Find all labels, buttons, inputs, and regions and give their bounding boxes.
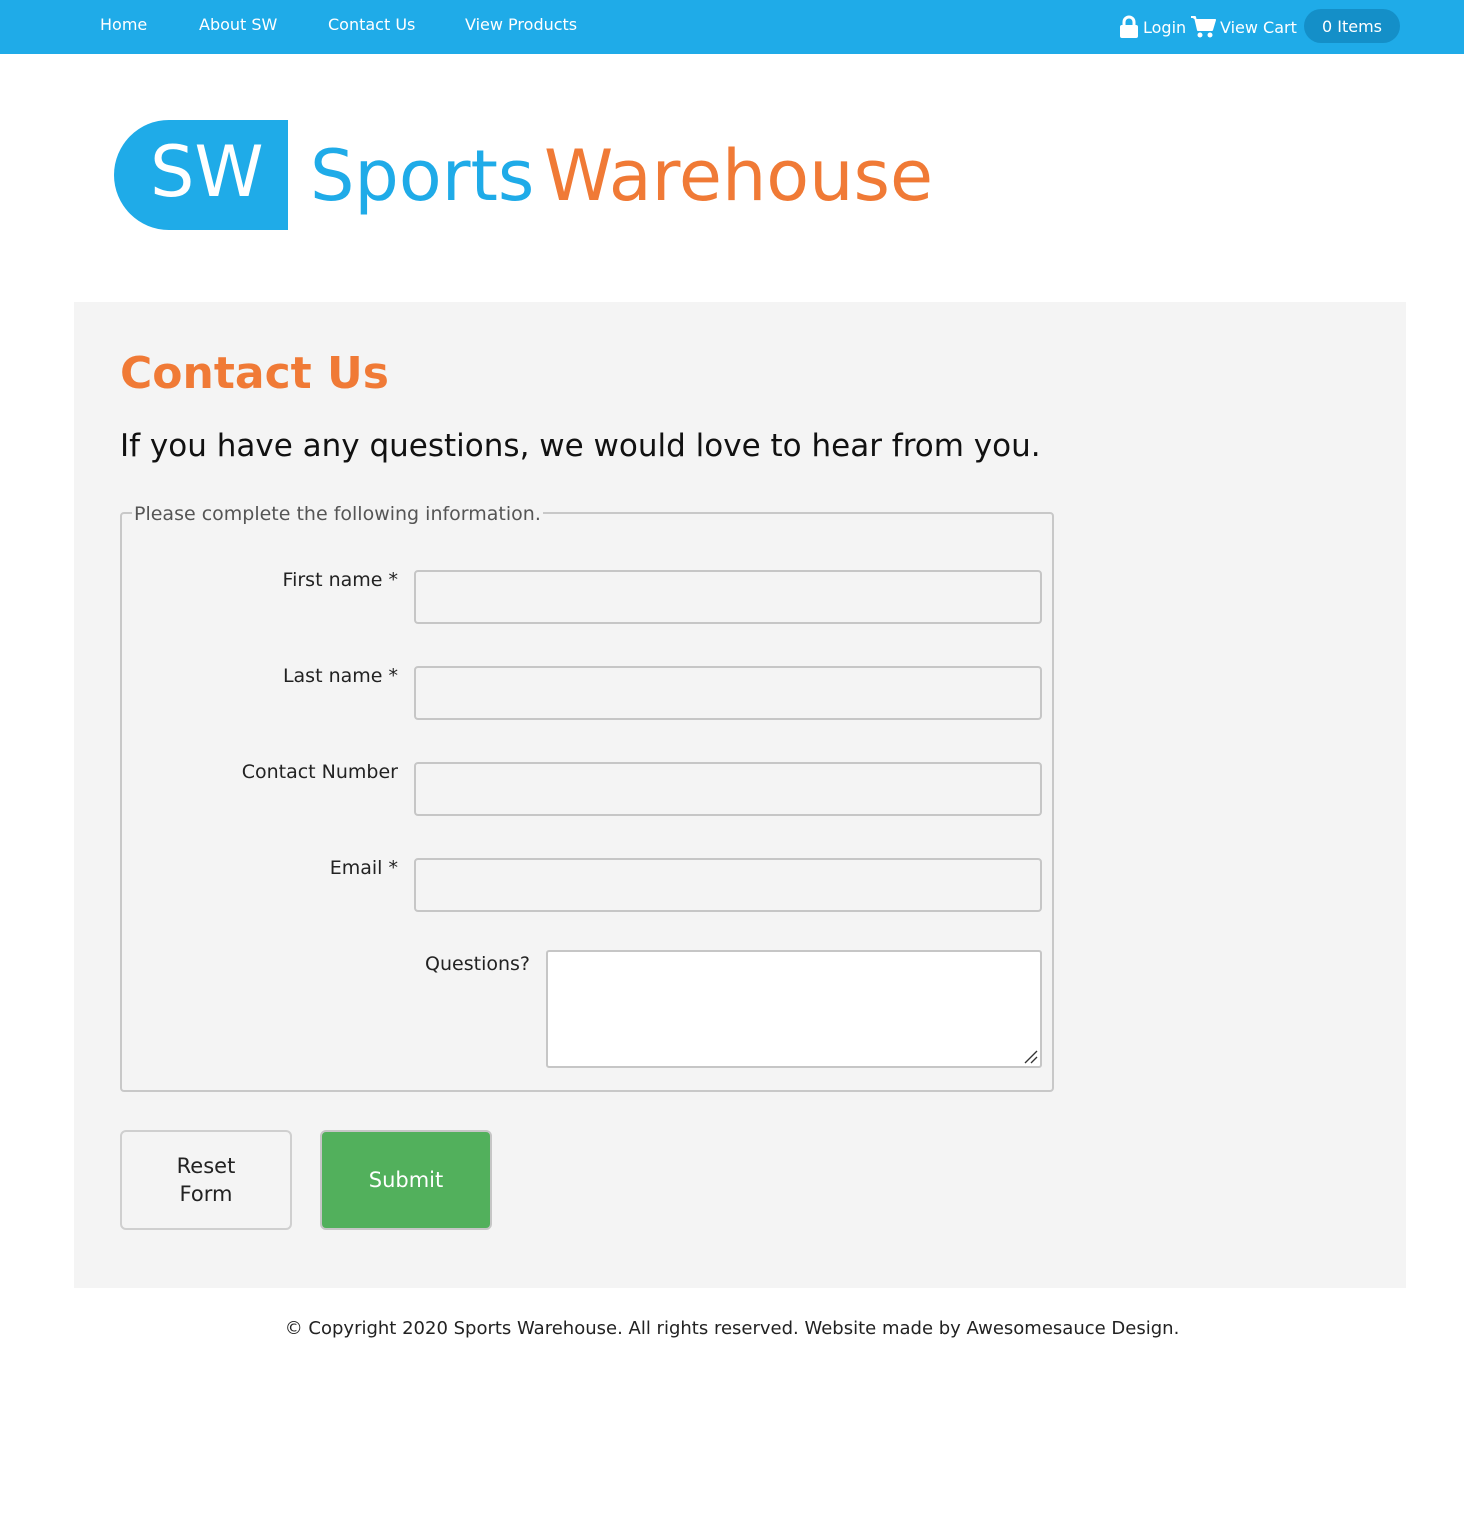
cart-items-count-badge[interactable]: 0 Items — [1304, 9, 1400, 43]
contact-number-label: Contact Number — [241, 761, 398, 783]
submit-button[interactable]: Submit — [320, 1130, 492, 1230]
logo-badge-text: SW — [150, 131, 264, 213]
contact-panel: Contact Us If you have any questions, we… — [74, 302, 1406, 1288]
lock-icon — [1120, 15, 1138, 38]
login-label: Login — [1143, 17, 1187, 37]
footer-copyright: © Copyright 2020 Sports Warehouse. All r… — [284, 1318, 1180, 1339]
first-name-field[interactable] — [414, 570, 1042, 624]
cart-icon — [1191, 16, 1216, 38]
reset-form-label: Reset Form — [176, 1154, 236, 1206]
intro-text: If you have any questions, we would love… — [120, 428, 1041, 464]
first-name-label: First name * — [282, 569, 398, 591]
resize-grip-icon[interactable] — [1022, 1048, 1038, 1064]
form-legend: Please complete the following informatio… — [132, 502, 543, 526]
questions-textarea[interactable] — [546, 950, 1042, 1068]
email-label: Email * — [329, 857, 398, 879]
logo-word-sports: Sports — [310, 135, 535, 217]
last-name-label: Last name * — [282, 665, 398, 687]
view-cart-label: View Cart — [1220, 17, 1297, 37]
top-navigation-bar: Home About SW Contact Us View Products L… — [0, 0, 1464, 54]
questions-label: Questions? — [425, 953, 530, 975]
form-fieldset: Please complete the following informatio… — [120, 502, 1054, 1092]
last-name-field[interactable] — [414, 666, 1042, 720]
nav-home-link[interactable]: Home — [100, 15, 147, 34]
page-title: Contact Us — [120, 348, 389, 399]
nav-contact-link[interactable]: Contact Us — [328, 15, 415, 34]
nav-products-link[interactable]: View Products — [465, 15, 577, 34]
reset-form-button[interactable]: Reset Form — [120, 1130, 292, 1230]
site-logo[interactable]: SW Sports Warehouse — [114, 120, 934, 232]
logo-word-warehouse: Warehouse — [544, 135, 934, 217]
contact-number-field[interactable] — [414, 762, 1042, 816]
login-link[interactable]: Login — [1119, 14, 1186, 40]
nav-about-link[interactable]: About SW — [199, 15, 277, 34]
view-cart-link[interactable]: View Cart — [1190, 14, 1297, 40]
email-field[interactable] — [414, 858, 1042, 912]
